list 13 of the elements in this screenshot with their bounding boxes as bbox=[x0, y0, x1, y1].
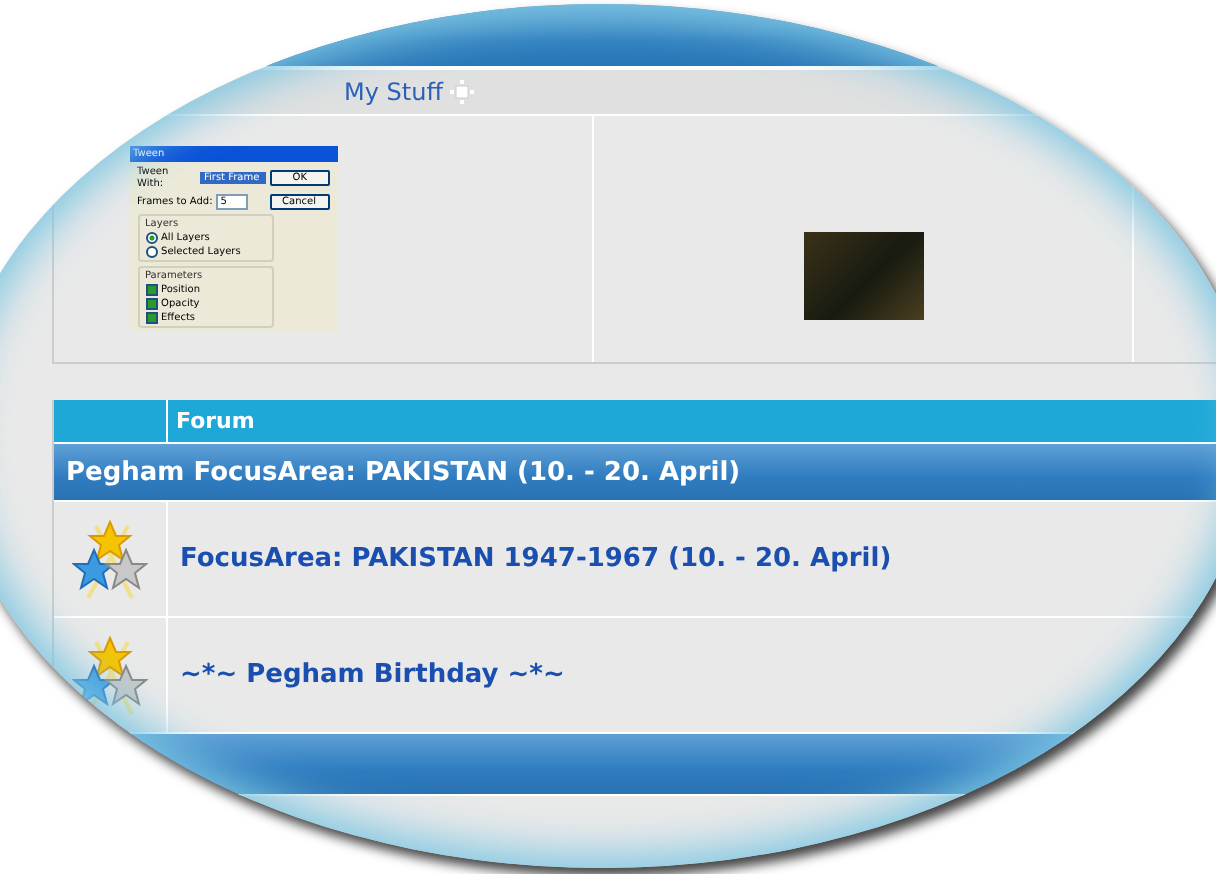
checkbox[interactable] bbox=[145, 312, 158, 324]
radio-button[interactable] bbox=[145, 232, 158, 244]
forum-link[interactable]: ~*~ Pegham Birthday ~*~ bbox=[180, 660, 565, 690]
forum-link[interactable]: FocusArea: PAKISTAN 1947-1967 (10. - 20. April) bbox=[180, 544, 892, 574]
column-header: Forum bbox=[174, 406, 257, 438]
checkbox[interactable] bbox=[145, 298, 158, 310]
stars-icon bbox=[72, 517, 148, 601]
move-icon bbox=[450, 80, 475, 104]
checkbox[interactable] bbox=[145, 284, 158, 296]
category-title[interactable]: Pegham FocusArea: PAKISTAN (10. - 20. April) bbox=[54, 444, 1216, 502]
stars-icon bbox=[72, 633, 148, 717]
my-stuff-link[interactable]: My Stuff bbox=[344, 78, 443, 106]
radio-button[interactable] bbox=[145, 246, 158, 258]
